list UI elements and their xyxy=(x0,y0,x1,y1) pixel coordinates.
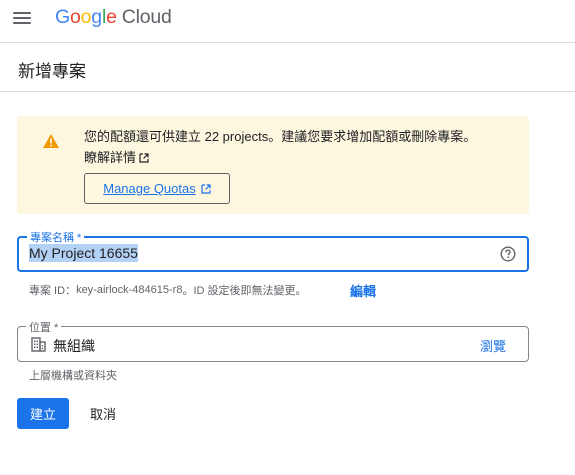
hamburger-menu-icon[interactable] xyxy=(6,5,38,31)
header-divider xyxy=(0,42,575,43)
logo-letter: g xyxy=(91,6,102,28)
project-name-input[interactable]: My Project 16655 xyxy=(29,244,489,264)
google-cloud-logo[interactable]: Google Cloud xyxy=(55,6,172,29)
location-field[interactable]: 位置 * 無組織 瀏覽 xyxy=(17,319,529,362)
logo-letter: G xyxy=(55,6,70,28)
page-title: 新增專案 xyxy=(18,62,86,81)
create-button[interactable]: 建立 xyxy=(17,398,69,429)
browse-location-button[interactable]: 瀏覽 xyxy=(480,336,506,355)
quota-message: 您的配額還可供建立 22 projects。建議您要求增加配額或刪除專案。 xyxy=(84,129,477,144)
edit-project-id-button[interactable]: 編輯 xyxy=(350,281,376,300)
warning-icon xyxy=(43,134,59,148)
logo-letter: o xyxy=(69,6,81,28)
logo-letter: o xyxy=(80,6,92,28)
manage-quotas-button[interactable]: Manage Quotas xyxy=(84,173,230,204)
project-id-row: 專案 ID： key-airlock-484615-r8 。ID 設定後即無法變更。 xyxy=(29,282,307,298)
quota-warning-banner: 您的配額還可供建立 22 projects。建議您要求增加配額或刪除專案。 瞭解… xyxy=(17,116,529,214)
manage-quotas-label: Manage Quotas xyxy=(103,181,196,196)
external-link-icon xyxy=(139,153,149,163)
project-name-label: 專案名稱 * xyxy=(27,229,85,245)
learn-more-label: 瞭解詳情 xyxy=(84,150,137,165)
logo-product-name: Cloud xyxy=(121,6,172,28)
help-circle-icon[interactable] xyxy=(500,246,516,262)
project-name-value: My Project 16655 xyxy=(29,244,138,262)
top-app-bar: Google Cloud xyxy=(0,0,575,42)
building-icon xyxy=(31,337,46,352)
location-helper-text: 上層機構或資料夾 xyxy=(29,370,117,382)
project-id-value: key-airlock-484615-r8 xyxy=(76,284,183,296)
project-id-suffix: 。ID 設定後即無法變更。 xyxy=(182,285,307,297)
location-label: 位置 * xyxy=(26,319,62,335)
cancel-button[interactable]: 取消 xyxy=(80,398,126,429)
learn-more-link[interactable]: 瞭解詳情 xyxy=(84,147,149,168)
external-link-icon xyxy=(201,183,211,194)
title-divider xyxy=(0,91,575,92)
logo-letter: e xyxy=(106,6,117,28)
project-name-field[interactable]: 專案名稱 * My Project 16655 xyxy=(17,229,529,272)
location-value: 無組織 xyxy=(53,338,95,354)
project-id-prefix: 專案 ID： xyxy=(29,285,77,297)
